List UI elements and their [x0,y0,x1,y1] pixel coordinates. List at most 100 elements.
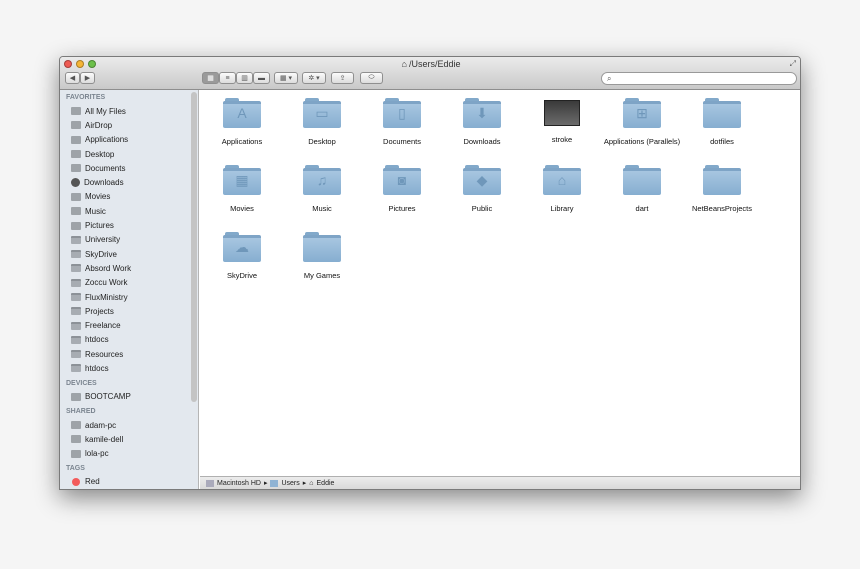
share-button[interactable]: ⇪ [331,72,354,84]
folder-glyph-icon: ⌂ [557,172,567,188]
sidebar-item-applications[interactable]: Applications [60,133,198,147]
folder-glyph-icon: ☁ [235,239,249,255]
file-item-library[interactable]: ⌂ Library [522,165,602,213]
sidebar-item-label: kamile-dell [85,434,124,444]
all-files-icon [71,107,81,116]
folder-icon [703,165,741,195]
coverflow-view-button[interactable]: ▬ [253,72,270,84]
image-thumbnail [544,100,580,126]
sidebar-item-pictures[interactable]: Pictures [60,218,198,232]
file-label: Desktop [308,137,336,146]
sidebar-item-label: Zoccu Work [85,278,128,288]
folder-glyph-icon: ⊞ [636,105,648,121]
applications-icon [71,135,81,144]
disk-icon [206,479,214,487]
sidebar-item-skydrive[interactable]: SkyDrive [60,247,198,261]
action-button[interactable]: ✲ ▾ [302,72,326,84]
file-item-documents[interactable]: ▯ Documents [362,98,442,146]
folder-glyph-icon: ▭ [315,105,329,121]
sidebar-item-movies[interactable]: Movies [60,190,198,204]
sidebar-item-label: BOOTCAMP [85,392,131,402]
file-item-my-games[interactable]: My Games [282,232,362,280]
sidebar-item-absord-work[interactable]: Absord Work [60,261,198,275]
file-item-movies[interactable]: ▦ Movies [202,165,282,213]
list-view-button[interactable]: ≡ [219,72,236,84]
home-icon: ⌂ [401,59,407,69]
file-item-netbeansprojects[interactable]: NetBeansProjects [682,165,762,213]
file-item-applications-parallels-[interactable]: ⊞ Applications (Parallels) [602,98,682,146]
sidebar-list: FAVORITES All My Files AirDrop Applications… [60,90,198,489]
fullscreen-icon[interactable]: ⤢ [790,59,796,69]
file-item-applications[interactable]: A Applications [202,98,282,146]
sidebar-item-zoccu-work[interactable]: Zoccu Work [60,276,198,290]
sidebar-item-label: Absord Work [85,263,132,273]
file-item-downloads[interactable]: ⬇ Downloads [442,98,522,146]
sidebar-item-adam-pc[interactable]: adam-pc [60,418,198,432]
sidebar-item-music[interactable]: Music [60,204,198,218]
home-icon: ⌂ [309,479,314,487]
sidebar-scrollbar[interactable] [191,92,197,402]
sidebar-item-resources[interactable]: Resources [60,347,198,361]
sidebar-item-kamile-dell[interactable]: kamile-dell [60,432,198,446]
folder-icon: ⊞ [623,98,661,128]
sidebar-item-label: Music [85,206,106,216]
file-label: Applications (Parallels) [603,137,681,146]
folder-icon [71,335,81,344]
sidebar-item-htdocs[interactable]: htdocs [60,333,198,347]
folder-glyph-icon: ▦ [235,172,249,188]
sidebar-item-label: Freelance [85,321,121,331]
icon-view-button[interactable]: ▦ [202,72,219,84]
sidebar-item-freelance[interactable]: Freelance [60,318,198,332]
sidebar-item-desktop[interactable]: Desktop [60,147,198,161]
file-item-music[interactable]: ♫ Music [282,165,362,213]
pc-icon [71,421,81,430]
sidebar-item-downloads[interactable]: Downloads [60,175,198,189]
sidebar-item-red[interactable]: Red [60,475,198,489]
folder-body [703,168,741,195]
file-item-dotfiles[interactable]: dotfiles [682,98,762,146]
folder-icon [703,98,741,128]
tags-button[interactable]: ⬭ [360,72,383,84]
file-label: dotfiles [710,137,734,146]
sidebar-item-htdocs[interactable]: htdocs [60,361,198,375]
column-view-button[interactable]: ▥ [236,72,253,84]
documents-icon [71,164,81,173]
back-button[interactable]: ◀ [65,72,80,84]
sidebar-item-bootcamp[interactable]: BOOTCAMP [60,390,198,404]
sidebar-item-projects[interactable]: Projects [60,304,198,318]
file-label: My Games [303,271,341,280]
sidebar-item-university[interactable]: University [60,233,198,247]
path-separator-icon: ▸ [302,480,307,487]
file-item-pictures[interactable]: ◙ Pictures [362,165,442,213]
disk-icon [71,392,81,401]
window-title: ⌂/Users/Eddie [401,59,461,69]
forward-button[interactable]: ▶ [80,72,95,84]
path-users[interactable]: Users [281,480,299,487]
sidebar-item-label: SkyDrive [85,249,118,259]
folder-icon: ◆ [463,165,501,195]
folder-glyph-icon: ⬇ [476,105,488,121]
path-macintosh-hd[interactable]: Macintosh HD [217,480,261,487]
sidebar-item-lola-pc[interactable]: lola-pc [60,447,198,461]
sidebar-item-documents[interactable]: Documents [60,161,198,175]
sidebar-item-label: University [85,235,121,245]
path-eddie[interactable]: Eddie [317,480,335,487]
file-item-dart[interactable]: dart [602,165,682,213]
sidebar-item-label: Red [85,477,100,487]
file-item-public[interactable]: ◆ Public [442,165,522,213]
file-label: Applications [221,137,263,146]
sidebar-item-fluxministry[interactable]: FluxMinistry [60,290,198,304]
folder-icon: ⌂ [543,165,581,195]
file-item-stroke[interactable]: stroke [522,98,602,144]
search-input[interactable]: ⌕ [601,72,797,85]
arrange-button[interactable]: ▦ ▾ [274,72,298,84]
file-item-desktop[interactable]: ▭ Desktop [282,98,362,146]
sidebar-item-airdrop[interactable]: AirDrop [60,118,198,132]
sidebar-item-label: htdocs [85,335,109,345]
file-item-skydrive[interactable]: ☁ SkyDrive [202,232,282,280]
pc-icon [71,449,81,458]
folder-icon [71,235,81,244]
sidebar-item-all-my-files[interactable]: All My Files [60,104,198,118]
folder-icon: ▦ [223,165,261,195]
folder-icon: A [223,98,261,128]
